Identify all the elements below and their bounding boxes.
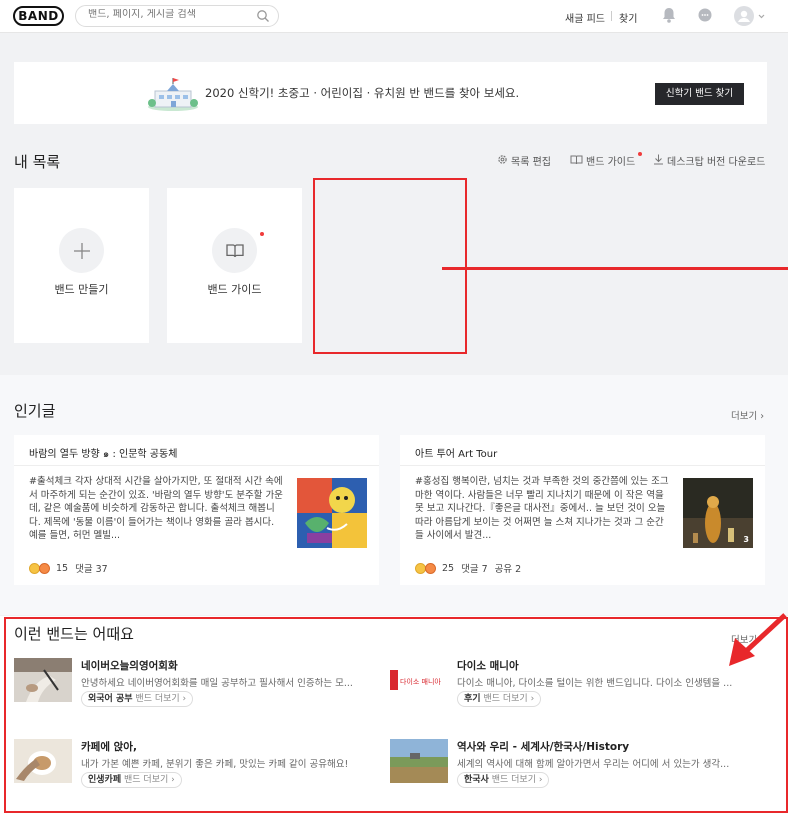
love-emoji-icon <box>39 562 50 574</box>
band-guide-link[interactable]: 밴드 가이드 <box>570 153 635 168</box>
popular-post-card[interactable]: 아트 투어 Art Tour #홍성집 행복이란, 넘치는 것과 부족한 것의 … <box>400 435 765 585</box>
download-icon <box>653 154 664 168</box>
chat-icon[interactable] <box>697 6 713 27</box>
profile-avatar[interactable] <box>733 5 765 30</box>
divider <box>400 465 765 466</box>
post-thumbnail[interactable]: 3 <box>683 478 753 548</box>
post-body: #출석체크 각자 상대적 시간을 살아가지만, 또 절대적 시간 속에서 마주하… <box>29 476 283 541</box>
new-post-feed-link[interactable]: 새글 피드 <box>565 10 605 25</box>
new-dot-badge <box>260 232 264 236</box>
comment-count[interactable]: 댓글 7 <box>461 561 488 575</box>
book-icon <box>212 228 257 273</box>
desktop-download-link[interactable]: 데스크탑 버전 다운로드 <box>653 153 765 168</box>
post-stats: 15 댓글 37 <box>29 561 108 575</box>
divider <box>14 465 379 466</box>
image-count-badge: 3 <box>743 535 749 544</box>
popular-more-link[interactable]: 더보기 › <box>731 408 764 422</box>
header-separator <box>611 11 612 21</box>
my-list-title: 내 목록 <box>14 153 61 171</box>
edit-list-button[interactable]: 목록 편집 <box>497 153 551 168</box>
post-body: #홍성집 행복이란, 넘치는 것과 부족한 것의 중간쯤에 있는 조그마한 역이… <box>415 476 669 541</box>
share-count[interactable]: 공유 2 <box>495 561 522 575</box>
post-band-name[interactable]: 아트 투어 Art Tour <box>415 445 497 460</box>
book-icon <box>570 154 583 168</box>
annotation-arrow-icon <box>729 613 787 666</box>
search-box[interactable] <box>75 5 279 27</box>
banner-message: 2020 신학기! 초중고 · 어린이집 · 유치원 반 밴드를 찾아 보세요. <box>205 86 520 100</box>
new-dot-badge <box>638 152 642 156</box>
find-semester-band-button[interactable]: 신학기 밴드 찾기 <box>655 83 744 105</box>
annotation-line <box>442 267 788 270</box>
band-guide-label: 밴드 가이드 <box>586 157 636 168</box>
reaction-count: 15 <box>56 562 69 574</box>
band-guide-card[interactable]: 밴드 가이드 <box>167 188 302 343</box>
band-logo[interactable]: BAND <box>13 6 64 26</box>
popular-title: 인기글 <box>14 402 56 420</box>
highlight-box-recommend <box>4 617 788 813</box>
bell-icon[interactable] <box>661 6 677 27</box>
love-emoji-icon <box>425 562 436 574</box>
post-thumbnail[interactable] <box>297 478 367 548</box>
top-bar: BAND 새글 피드 찾기 <box>0 0 788 33</box>
highlight-box-empty-slot <box>313 178 467 354</box>
desktop-download-label: 데스크탑 버전 다운로드 <box>667 157 766 168</box>
create-band-label: 밴드 만들기 <box>54 283 109 296</box>
reaction-count: 25 <box>442 562 455 574</box>
popular-post-card[interactable]: 바람의 열두 방향 ๑ : 인문학 공동체 #출석체크 각자 상대적 시간을 살… <box>14 435 379 585</box>
edit-list-label: 목록 편집 <box>511 157 551 168</box>
post-stats: 25 댓글 7 공유 2 <box>415 561 521 575</box>
gear-icon <box>497 154 508 168</box>
create-band-card[interactable]: 밴드 만들기 <box>14 188 149 343</box>
search-input[interactable] <box>88 9 248 20</box>
plus-icon <box>59 228 104 273</box>
search-icon[interactable] <box>256 9 270 26</box>
school-building-icon <box>147 77 199 114</box>
post-band-name[interactable]: 바람의 열두 방향 ๑ : 인문학 공동체 <box>29 445 177 462</box>
comment-count[interactable]: 댓글 37 <box>75 561 108 575</box>
band-guide-card-label: 밴드 가이드 <box>207 283 262 296</box>
new-semester-banner: 2020 신학기! 초중고 · 어린이집 · 유치원 반 밴드를 찾아 보세요.… <box>14 62 767 124</box>
find-link[interactable]: 찾기 <box>619 10 637 25</box>
